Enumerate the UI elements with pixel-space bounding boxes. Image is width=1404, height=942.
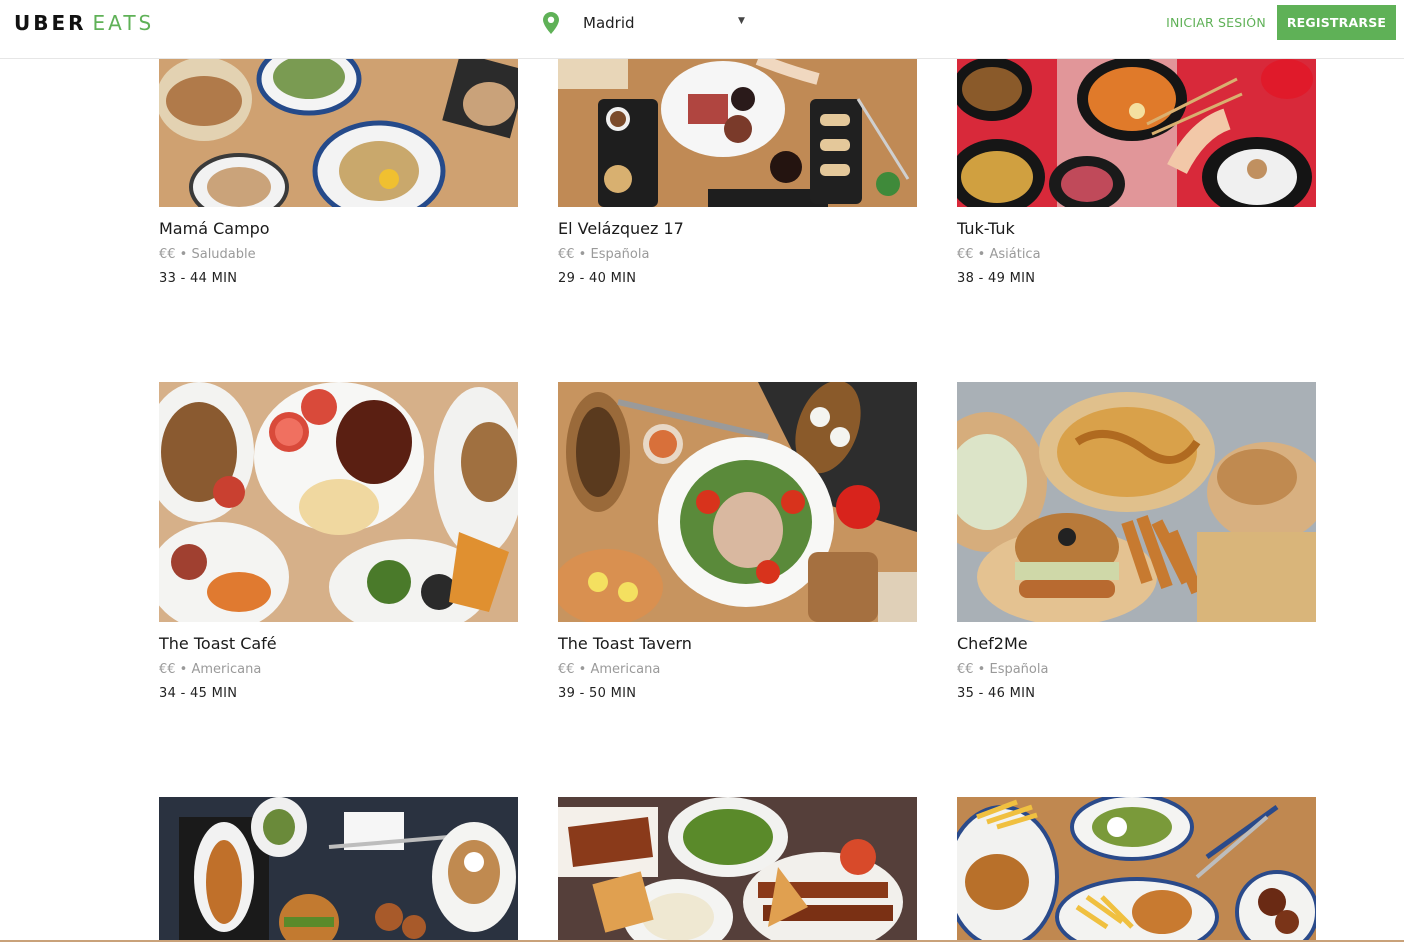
uber-eats-logo[interactable]: UBER EATS (14, 11, 154, 35)
location-selector[interactable]: Madrid ▼ (540, 12, 750, 34)
restaurant-image[interactable] (159, 797, 518, 942)
location-city: Madrid (583, 14, 635, 32)
restaurant-image[interactable] (159, 382, 518, 622)
map-pin-icon (543, 12, 559, 34)
restaurant-image[interactable] (957, 797, 1316, 942)
food-photo (159, 797, 518, 942)
restaurant-price-cuisine: €€ • Española (558, 247, 650, 262)
restaurant-price-cuisine: €€ • Americana (558, 662, 661, 677)
caret-down-icon: ▼ (738, 16, 745, 26)
restaurant-price-cuisine: €€ • Americana (159, 662, 262, 677)
register-button[interactable]: REGISTRARSE (1277, 5, 1396, 40)
food-photo (558, 59, 917, 207)
logo-eats-text: EATS (92, 11, 155, 35)
restaurant-price-cuisine: €€ • Saludable (159, 247, 256, 262)
restaurant-price-cuisine: €€ • Española (957, 662, 1049, 677)
signin-link[interactable]: INICIAR SESIÓN (1162, 15, 1270, 31)
delivery-time: 38 - 49 MIN (957, 271, 1036, 286)
food-photo (558, 382, 917, 622)
food-photo (159, 382, 518, 622)
restaurant-name[interactable]: Tuk-Tuk (957, 219, 1015, 238)
restaurant-price-cuisine: €€ • Asiática (957, 247, 1041, 262)
restaurant-name[interactable]: The Toast Café (159, 634, 277, 653)
restaurant-image[interactable] (558, 797, 917, 942)
restaurant-name[interactable]: El Velázquez 17 (558, 219, 684, 238)
restaurant-image[interactable] (558, 59, 917, 207)
restaurant-name[interactable]: Mamá Campo (159, 219, 270, 238)
restaurant-image[interactable] (957, 59, 1316, 207)
delivery-time: 34 - 45 MIN (159, 686, 238, 701)
food-photo (957, 59, 1316, 207)
delivery-time: 35 - 46 MIN (957, 686, 1036, 701)
delivery-time: 39 - 50 MIN (558, 686, 637, 701)
delivery-time: 29 - 40 MIN (558, 271, 637, 286)
food-photo (957, 797, 1316, 942)
restaurant-name[interactable]: The Toast Tavern (558, 634, 692, 653)
restaurant-image[interactable] (558, 382, 917, 622)
restaurant-name[interactable]: Chef2Me (957, 634, 1028, 653)
restaurant-image[interactable] (159, 59, 518, 207)
delivery-time: 33 - 44 MIN (159, 271, 238, 286)
top-navigation-bar: UBER EATS Madrid ▼ INICIAR SESIÓN REGISTR… (0, 0, 1404, 59)
food-photo (558, 797, 917, 942)
restaurant-image[interactable] (957, 382, 1316, 622)
food-photo (159, 59, 518, 207)
food-photo (957, 382, 1316, 622)
logo-uber-text: UBER (14, 11, 87, 35)
